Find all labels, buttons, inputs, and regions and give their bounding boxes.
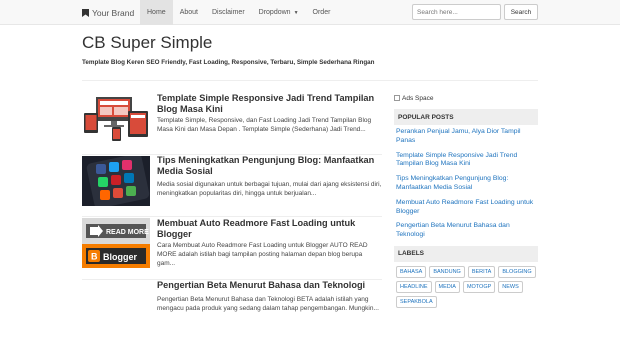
post-title[interactable]: Pengertian Beta Menurut Bahasa dan Tekno…	[157, 280, 382, 291]
nav-item-dropdown[interactable]: Dropdown ▼	[252, 0, 306, 25]
post-title[interactable]: Template Simple Responsive Jadi Trend Ta…	[157, 93, 382, 115]
labels-heading: LABELS	[394, 245, 538, 262]
site-tagline: Template Blog Keren SEO Friendly, Fast L…	[82, 59, 375, 66]
nav-item-home[interactable]: Home	[140, 0, 173, 25]
popular-posts-list: Perankan Penjual Jamu, Alya Dior Tampil …	[394, 125, 538, 240]
label-tag[interactable]: BLOGGING	[498, 265, 536, 278]
broken-image-icon	[394, 95, 400, 101]
post-excerpt: Cara Membuat Auto Readmore Fast Loading …	[157, 242, 368, 267]
post-thumbnail-readmore-blogger[interactable]: READ MORE B Blogger	[82, 218, 150, 268]
label-tag[interactable]: BAHASA	[396, 265, 427, 278]
label-tag[interactable]: MEDIA	[434, 280, 460, 293]
label-tag[interactable]: NEWS	[498, 280, 523, 293]
popular-posts-heading: POPULAR POSTS	[394, 109, 538, 125]
post-thumbnail-social-apps[interactable]	[82, 156, 150, 206]
post-excerpt: Template Simple, Responsive, dan Fast Lo…	[157, 117, 372, 133]
popular-post-link[interactable]: Template Simple Responsive Jadi Trend Ta…	[396, 152, 538, 170]
popular-post-link[interactable]: Pengertian Beta Menurut Bahasa dan Tekno…	[396, 222, 538, 240]
label-tag[interactable]: BANDUNG	[429, 265, 465, 278]
bookmark-icon	[82, 8, 89, 17]
nav-item-dropdown-label: Dropdown	[258, 9, 291, 16]
sidebar: Ads Space POPULAR POSTS Perankan Penjual…	[394, 93, 538, 308]
label-tag[interactable]: HEADLINE	[396, 280, 432, 293]
post-item: Tips Meningkatkan Pengunjung Blog: Manfa…	[82, 155, 382, 217]
nav-menu: Home About Disclaimer Dropdown ▼ Order	[140, 0, 337, 25]
popular-post-link[interactable]: Membuat Auto Readmore Fast Loading untuk…	[396, 199, 538, 217]
ads-space[interactable]: Ads Space	[394, 93, 538, 103]
popular-post-link[interactable]: Tips Meningkatkan Pengunjung Blog: Manfa…	[396, 175, 538, 193]
brand-link[interactable]: Your Brand	[82, 0, 134, 25]
nav-item-about[interactable]: About	[173, 0, 205, 25]
ads-space-alt: Ads Space	[402, 94, 434, 102]
post-excerpt: Media sosial digunakan untuk berbagai tu…	[157, 181, 382, 197]
nav-item-order[interactable]: Order	[306, 0, 338, 25]
post-title[interactable]: Membuat Auto Readmore Fast Loading untuk…	[157, 218, 382, 240]
nav-item-disclaimer[interactable]: Disclaimer	[205, 0, 252, 25]
divider	[82, 80, 538, 81]
label-tag[interactable]: SEPAKBOLA	[396, 295, 437, 308]
post-item: Pengertian Beta Menurut Bahasa dan Tekno…	[82, 280, 382, 342]
navbar: Your Brand Home About Disclaimer Dropdow…	[0, 0, 620, 25]
search-button[interactable]: Search	[504, 4, 538, 20]
label-tag[interactable]: MOTOGP	[462, 280, 496, 293]
site-title[interactable]: CB Super Simple	[82, 33, 212, 53]
post-excerpt: Pengertian Beta Menurut Bahasa dan Tekno…	[157, 296, 379, 312]
svg-text:B: B	[91, 252, 98, 262]
blogger-text: Blogger	[103, 252, 137, 262]
label-tag[interactable]: BERITA	[467, 265, 496, 278]
popular-post-link[interactable]: Perankan Penjual Jamu, Alya Dior Tampil …	[396, 128, 538, 146]
readmore-text: READ MORE	[106, 229, 149, 236]
post-item: Template Simple Responsive Jadi Trend Ta…	[82, 93, 382, 155]
post-thumbnail-devices[interactable]	[82, 93, 150, 143]
search-input[interactable]	[412, 4, 501, 20]
caret-down-icon: ▼	[293, 9, 299, 16]
post-item: READ MORE B Blogger Membuat Auto Readmor…	[82, 218, 382, 280]
labels-list: BAHASA BANDUNG BERITA BLOGGING HEADLINE …	[394, 262, 538, 308]
post-title[interactable]: Tips Meningkatkan Pengunjung Blog: Manfa…	[157, 155, 382, 177]
brand-name: Your Brand	[92, 7, 135, 18]
